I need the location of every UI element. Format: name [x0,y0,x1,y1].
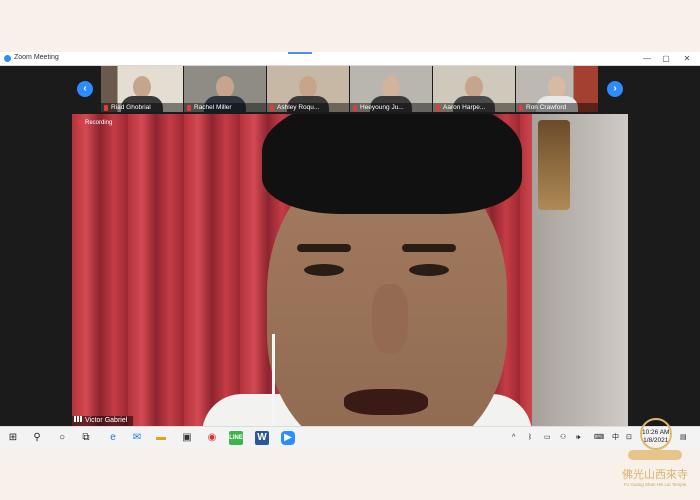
watermark-english-text: Fo Guang Shan Hsi Lai Temple [623,482,687,487]
recording-label: Recording [85,120,113,127]
participant-tile[interactable]: Ron Crawford [516,66,598,112]
window-title: Zoom Meeting [14,54,59,61]
muted-mic-icon [519,105,523,111]
participant-strip: ‹ › Riad Ghobrial Rachel Miller Ashley R… [0,66,700,114]
right-eyebrow [402,244,456,252]
battery-icon[interactable]: ▭ [544,431,551,445]
close-button[interactable]: ✕ [680,53,694,64]
participant-tile[interactable]: Rachel Miller [184,66,266,112]
maximize-button[interactable]: ▢ [659,53,673,64]
speaker-hair [262,114,522,214]
left-eyebrow [297,244,351,252]
keyboard-icon[interactable]: ⌨ [594,431,604,445]
active-speaker-video[interactable]: Recording Victor Gabriel [72,114,628,426]
muted-mic-icon [270,105,274,111]
participant-tile[interactable]: Heeyoung Ju... [350,66,432,112]
participant-name: Riad Ghobrial [111,104,151,111]
left-eye [304,264,344,276]
word-icon[interactable]: W [255,431,269,445]
participant-name: Ron Crawford [526,104,567,111]
store-icon[interactable]: ▣ [180,431,194,445]
windows-start-icon[interactable]: ⊞ [6,431,20,445]
right-eye [409,264,449,276]
mail-icon[interactable]: ✉ [130,431,144,445]
participant-face [299,76,317,98]
edge-icon[interactable]: e [106,431,120,445]
earbud-wire [272,334,275,426]
minimize-button[interactable]: — [640,53,654,64]
recording-dot-icon [78,120,83,125]
speaker-mouth [344,389,428,415]
participant-tile[interactable]: Aaron Harpe... [433,66,515,112]
line-icon[interactable]: LINE [229,431,243,445]
participant-tile[interactable]: Riad Ghobrial [101,66,183,112]
previous-page-button[interactable]: ‹ [77,81,93,97]
participant-face [465,76,483,98]
network-icon[interactable]: ⚇ [560,431,566,445]
participant-tile[interactable]: Ashley Roqu... [267,66,349,112]
bluetooth-icon[interactable]: ᛒ [528,431,532,445]
temple-banner [628,450,682,460]
muted-mic-icon [353,105,357,111]
volume-icon[interactable]: 🕪 [576,431,580,445]
zoom-app-icon [4,55,11,62]
temple-watermark: 佛光山西來寺 Fo Guang Shan Hsi Lai Temple [614,418,696,496]
zoom-window: Zoom Meeting — ▢ ✕ ‹ › Riad Ghobrial Rac… [0,52,700,426]
chrome-icon[interactable]: ◉ [205,431,219,445]
speaker-name-bar: Victor Gabriel [72,416,134,426]
cortana-icon[interactable]: ○ [55,431,69,445]
zoom-icon[interactable]: ▶ [281,431,295,445]
participant-face [382,76,400,98]
participant-name: Aaron Harpe... [443,104,486,111]
chevron-right-icon: › [613,83,617,94]
participant-name: Ashley Roqu... [277,104,320,111]
signal-strength-icon [74,416,82,422]
muted-mic-icon [436,105,440,111]
speaker-name: Victor Gabriel [85,417,128,424]
speaker-nose [372,284,408,354]
participant-name: Rachel Miller [194,104,232,111]
search-icon[interactable]: ⚲ [30,431,44,445]
temple-seal-icon [640,418,672,450]
lantern-decoration [538,120,570,210]
file-explorer-icon[interactable]: ▬ [154,431,168,445]
chevron-left-icon: ‹ [83,83,87,94]
drag-indicator [288,52,312,54]
recording-indicator: Recording [78,120,112,126]
next-page-button[interactable]: › [607,81,623,97]
participant-face [133,76,151,98]
participant-face [216,76,234,98]
muted-mic-icon [104,105,108,111]
participant-name: Heeyoung Ju... [360,104,404,111]
title-bar: Zoom Meeting — ▢ ✕ [0,52,700,66]
watermark-chinese-text: 佛光山西來寺 [622,468,688,481]
windows-taskbar: ⊞ ⚲ ○ ⧉ e ✉ ▬ ▣ ◉ LINE W ▶ ^ ᛒ ▭ ⚇ 🕪 ⌨ 中… [0,426,700,449]
participant-face [548,76,566,98]
show-hidden-icons-icon[interactable]: ^ [512,431,515,445]
muted-mic-icon [187,105,191,111]
task-view-icon[interactable]: ⧉ [79,431,93,445]
